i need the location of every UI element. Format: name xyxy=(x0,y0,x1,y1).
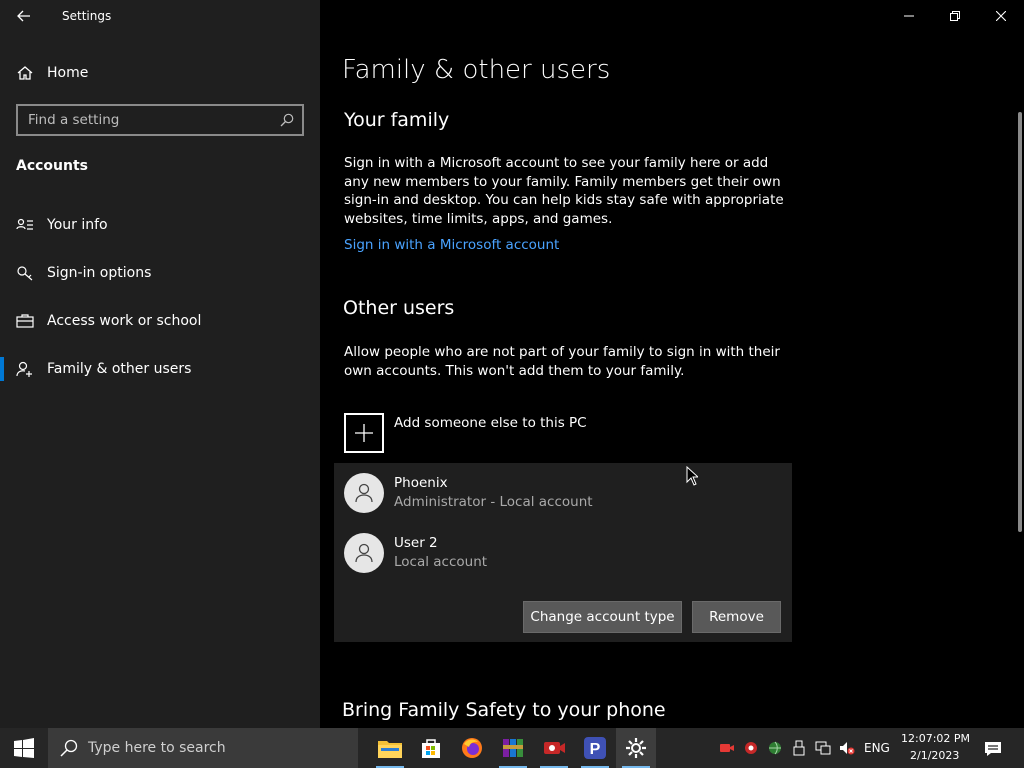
plus-icon xyxy=(355,424,373,442)
sidebar-item-your-info[interactable]: Your info xyxy=(0,205,320,245)
briefcase-icon xyxy=(16,314,34,328)
avatar xyxy=(344,533,384,573)
add-user-label[interactable]: Add someone else to this PC xyxy=(394,415,587,431)
archive-books-icon xyxy=(503,739,523,757)
settings-taskbar-button[interactable] xyxy=(616,728,656,768)
gear-icon xyxy=(626,738,646,758)
file-explorer-taskbar-button[interactable] xyxy=(370,728,410,768)
sidebar-item-label: Home xyxy=(47,65,89,81)
key-icon xyxy=(17,266,33,281)
user-row-user2[interactable] xyxy=(344,533,384,573)
sidebar-item-label: Family & other users xyxy=(47,361,192,377)
sidebar-item-label: Your info xyxy=(47,217,108,233)
video-camera-icon xyxy=(544,742,565,754)
close-icon xyxy=(996,11,1006,21)
user-account-type: Administrator - Local account xyxy=(394,494,593,510)
language-indicator[interactable]: ENG xyxy=(864,741,890,755)
start-button[interactable] xyxy=(0,728,48,768)
person-icon xyxy=(355,543,373,563)
sidebar-item-label: Access work or school xyxy=(47,313,202,329)
red-gear-tray-icon[interactable] xyxy=(743,740,759,756)
sidebar-item-label: Sign-in options xyxy=(47,265,152,281)
firefox-taskbar-button[interactable] xyxy=(452,728,492,768)
close-button[interactable] xyxy=(978,0,1024,32)
taskbar: Type here to search P ENG 12:07:02 PM 2/… xyxy=(0,728,1024,768)
mouse-cursor-icon xyxy=(686,466,698,486)
green-globe-tray-icon[interactable] xyxy=(767,740,783,756)
scrollbar[interactable] xyxy=(1018,112,1022,532)
p-logo-icon: P xyxy=(584,737,606,759)
search-placeholder: Find a setting xyxy=(28,112,120,128)
firefox-icon xyxy=(462,738,482,758)
other-users-description: Allow people who are not part of your fa… xyxy=(344,344,780,379)
section-header-accounts: Accounts xyxy=(16,158,89,174)
change-account-type-button[interactable]: Change account type xyxy=(523,601,682,633)
back-arrow-icon xyxy=(17,10,30,22)
clock-time[interactable]: 12:07:02 PM xyxy=(901,732,970,745)
remove-button[interactable]: Remove xyxy=(692,601,781,633)
sidebar: Settings Home Find a setting Accounts Yo… xyxy=(0,0,320,728)
minimize-icon xyxy=(904,15,914,17)
restore-button[interactable] xyxy=(932,0,978,32)
screen-recorder-taskbar-button[interactable] xyxy=(534,728,574,768)
minimize-button[interactable] xyxy=(886,0,932,32)
person-add-icon xyxy=(16,361,32,377)
window-title: Settings xyxy=(62,9,112,23)
your-family-description: Sign in with a Microsoft account to see … xyxy=(344,155,784,227)
recorder-tray-icon[interactable] xyxy=(719,740,735,756)
avatar xyxy=(344,473,384,513)
store-taskbar-button[interactable] xyxy=(411,728,451,768)
clock-date[interactable]: 2/1/2023 xyxy=(910,749,959,762)
search-icon xyxy=(60,739,78,757)
windows-logo-icon xyxy=(14,738,34,758)
user-row-phoenix[interactable] xyxy=(344,473,384,513)
back-button[interactable] xyxy=(10,4,38,28)
page-title: Family & other users xyxy=(342,55,611,85)
user-name: Phoenix xyxy=(394,475,448,491)
sidebar-item-sign-in-options[interactable]: Sign-in options xyxy=(0,253,320,293)
restore-icon xyxy=(950,11,960,21)
folder-icon xyxy=(378,741,402,758)
taskbar-search-placeholder: Type here to search xyxy=(88,740,226,756)
taskbar-search-box[interactable]: Type here to search xyxy=(48,728,358,768)
network-tray-icon[interactable] xyxy=(815,740,831,756)
app-p-taskbar-button[interactable]: P xyxy=(575,728,615,768)
find-setting-search-input[interactable]: Find a setting xyxy=(16,104,304,136)
search-icon xyxy=(280,113,294,127)
add-user-button[interactable] xyxy=(344,413,384,453)
other-users-heading: Other users xyxy=(343,297,455,319)
sidebar-item-family-other-users[interactable]: Family & other users xyxy=(0,349,320,389)
your-family-heading: Your family xyxy=(344,109,450,131)
user-account-type: Local account xyxy=(394,554,488,570)
contact-card-icon xyxy=(16,218,33,230)
sidebar-item-home[interactable]: Home xyxy=(0,53,320,93)
sidebar-item-access-work[interactable]: Access work or school xyxy=(0,301,320,341)
user-name: User 2 xyxy=(394,535,438,551)
person-icon xyxy=(355,483,373,503)
home-icon xyxy=(17,66,33,80)
winrar-taskbar-button[interactable] xyxy=(493,728,533,768)
sign-in-microsoft-link[interactable]: Sign in with a Microsoft account xyxy=(344,237,559,253)
svg-text:P: P xyxy=(590,741,601,758)
store-bag-icon xyxy=(422,739,440,758)
action-center-icon[interactable] xyxy=(984,740,1002,758)
family-safety-heading: Bring Family Safety to your phone xyxy=(342,699,666,721)
usb-tray-icon[interactable] xyxy=(791,740,807,756)
volume-muted-tray-icon[interactable] xyxy=(839,740,855,756)
